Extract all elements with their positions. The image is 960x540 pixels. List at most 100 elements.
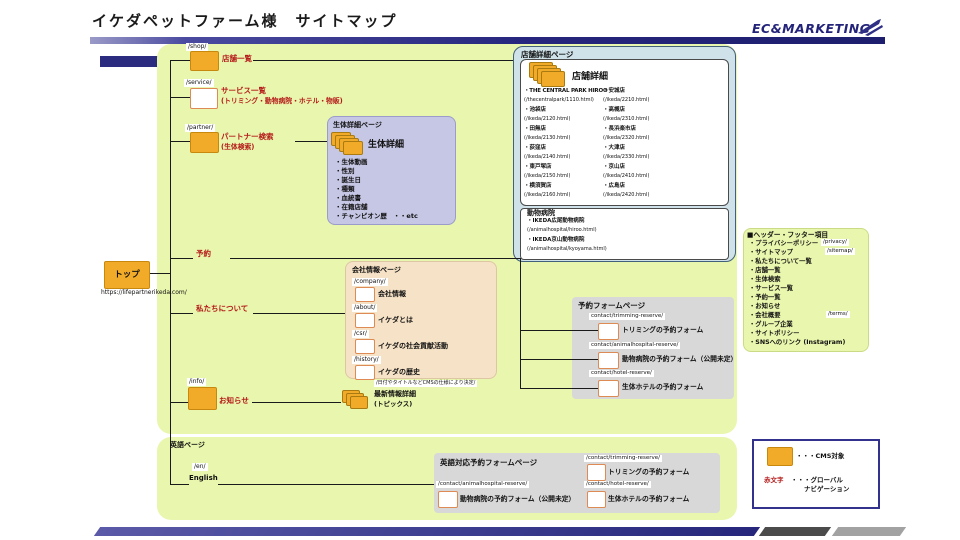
connector-en-to-forms [218,484,434,486]
company-path-chip: /csr/ [352,330,369,339]
reserve-path-chip: contact/animalhospital-reserve/ [589,342,681,350]
hf-item: ・予約一覧 [749,294,781,301]
english-forms-title: 英語対応予約フォームページ [440,458,538,467]
hf-item: ・お知らせ [749,303,781,310]
hf-item: ・生体検索 [749,276,781,283]
store-url: (/ikeda/2150.html) [524,173,571,179]
connector-partner-stub [170,141,190,143]
store-detail-title: 店舗詳細 [572,72,609,82]
company-logo: EC&MARKETING [752,21,871,36]
trunk-line [170,60,172,484]
hf-item: ・サービス一覧 [749,285,794,292]
connector-reserve-drop [520,258,522,388]
en-label: English [189,474,218,482]
store-name: ・田無店 [524,126,547,132]
en-path-chip: /en/ [192,463,208,472]
company-item-label: イケダとは [378,316,413,324]
hf-item: ・グループ企業 [749,321,793,328]
top-page-url: https://lifepartnerikeda.com/ [101,289,187,296]
hf-path-chip: /terms/ [826,311,850,319]
store-name: ・高槻店 [603,107,626,113]
connector-reserve-row2 [520,359,598,361]
connector-service-stub [170,97,190,99]
english-area-title: 英語ページ [170,441,205,449]
news-subtitle: (トピックス) [374,400,413,408]
company-path-chip: /about/ [352,304,378,313]
hospital-name: ・IKEDA広尾動物病院 [527,218,585,224]
store-name: ・安城店 [603,88,626,94]
footer-rule-bar [93,527,761,536]
reserve-checkbox [598,352,619,369]
header-footer-title: ■ヘッダー・フッター項目 [747,231,829,239]
company-checkbox [355,365,375,380]
store-url: (/ikeda/2420.html) [603,192,650,198]
pet-detail-item: ・チャンピオン歴 ・・etc [335,212,418,220]
partner-path-chip: /partner/ [185,124,216,133]
info-path-chip: /info/ [187,378,207,387]
pet-detail-item: ・生体動画 [335,158,368,166]
en-form-path-chip: /contact/hotel-reserve/ [584,481,651,489]
reserve-branch-label: 予約 [196,249,211,258]
store-name: ・池袋店 [524,107,547,113]
hf-item: ・サイトポリシー [749,330,800,337]
store-detail-page-title: 店舗詳細ページ [521,50,574,59]
company-checkbox [355,287,375,302]
news-title: 最新情報詳細 [374,390,416,398]
header-rule-bar [90,37,885,44]
connector-about-stub [170,313,193,315]
reserve-checkbox [598,323,619,340]
connector-partner-to-pet [295,141,327,143]
page-title: イケダペットファーム様 サイトマップ [92,12,398,30]
shop-label: 店舗一覧 [222,54,252,63]
hf-item: ・会社概要 [749,312,781,319]
store-name: ・大津店 [603,145,626,151]
store-name: ・長浜楽市店 [603,126,637,132]
partner-node [190,132,219,153]
legend-cms-label: ・・・CMS対象 [796,452,845,460]
company-checkbox [355,313,375,328]
reserve-item-label: 生体ホテルの予約フォーム [622,383,704,391]
legend-red-desc: ・・・グローバル [791,476,843,484]
store-url: (/ikeda/2410.html) [603,173,650,179]
news-note-chip: /日付やタイトルなどCMSの仕様により決定/ [374,380,478,387]
partner-sublabel: (生体検索) [221,143,255,151]
service-node [190,88,218,109]
reserve-path-chip: contact/hotel-reserve/ [589,370,654,378]
store-url: (/ikeda/2130.html) [524,135,571,141]
info-node [188,387,217,410]
footer-accent-light [831,527,907,536]
connector-about-to-company [253,313,345,315]
connector-reserve-main [230,258,520,260]
connector-top-node [148,273,171,275]
about-branch-label: 私たちについて [196,304,249,313]
hf-item: ・サイトマップ [749,249,794,256]
info-label: お知らせ [219,396,249,405]
shop-path-chip: /shop/ [186,43,209,52]
en-form-checkbox [438,491,458,508]
service-path-chip: /service/ [184,79,214,88]
connector-shop-stub [170,60,192,62]
store-url: (/ikeda/2140.html) [524,154,571,160]
store-name: ・横須賀店 [524,183,552,189]
company-item-label: 会社情報 [378,290,406,298]
pet-detail-item: ・在籍店舗 [335,203,368,211]
partner-label: パートナー検索 [221,132,274,141]
pet-detail-item: ・誕生日 [335,176,361,184]
service-sublabel: (トリミング・動物病院・ホテル・物販) [221,97,343,105]
top-page-node: トップ [104,261,150,289]
reserve-item-label: トリミングの予約フォーム [622,326,704,334]
en-form-label: 生体ホテルの予約フォーム [608,495,690,503]
company-path-chip: /history/ [352,356,381,365]
store-url: (/ikeda/2310.html) [603,116,650,122]
hf-path-chip: /privacy/ [821,239,849,247]
logo-swoosh-icon [858,19,883,36]
pet-detail-item: ・性別 [335,167,355,175]
hf-item: ・プライバシーポリシー [749,240,819,247]
connector-info-to-news [252,402,341,404]
en-form-label: 動物病院の予約フォーム（公開未定） [460,495,576,503]
store-url: (/ikeda/2160.html) [524,192,571,198]
sitemap-canvas: イケダペットファーム様 サイトマップ EC&MARKETING 店舗詳細ページ … [0,0,960,540]
store-url: (/ikeda/2210.html) [603,97,650,103]
hospital-name: ・IKEDA京山動物病院 [527,237,585,243]
connector-reserve-row3 [520,388,598,390]
